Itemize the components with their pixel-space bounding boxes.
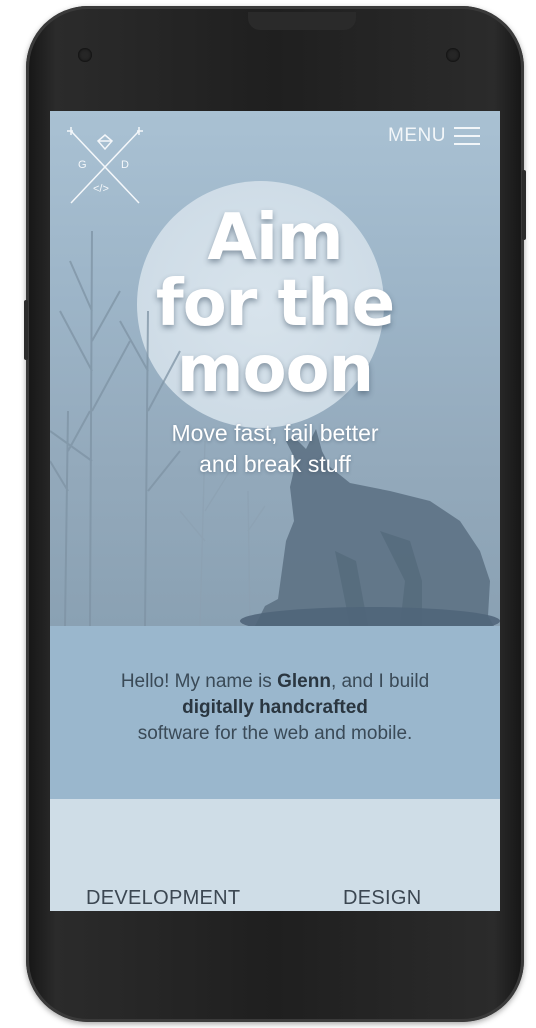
logo-letter-d: D [121,159,129,171]
intro-mid: , and I build [330,671,430,692]
hero-section: G D </> MENU Aim for the moon Move fast,… [50,111,500,626]
hero-subtitle: Move fast, fail better and break stuff [50,418,500,480]
hero-headline: Aim for the moon [50,205,500,403]
phone-speaker-slot [248,12,356,30]
volume-button [24,300,28,360]
front-sensor-icon [78,48,92,62]
services-section: DEVELOPMENT DESIGN [50,799,500,911]
front-camera-icon [446,48,460,62]
power-button [522,170,526,240]
intro-section: Hello! My name is Glenn, and I build dig… [50,626,500,799]
service-development: DEVELOPMENT [86,887,241,909]
menu-label: MENU [388,125,446,146]
intro-name: Glenn [277,671,331,692]
intro-highlight: digitally handcrafted [182,697,368,718]
service-design: DESIGN [343,887,422,909]
logo-letter-g: G [78,159,87,171]
browser-viewport: G D </> MENU Aim for the moon Move fast,… [50,111,500,911]
subtitle-line: Move fast, fail better [171,420,379,446]
logo-code-symbol: </> [93,183,109,195]
gd-logo-icon [67,127,143,204]
intro-greeting: Hello! My name is [120,671,278,692]
subtitle-line: and break stuff [199,451,351,477]
hamburger-icon [454,127,480,145]
menu-button[interactable]: MENU [388,125,480,147]
headline-line: Aim [207,201,343,275]
headline-line: for the [155,267,395,341]
headline-line: moon [176,333,374,407]
intro-post: software for the web and mobile. [137,723,413,744]
intro-text: Hello! My name is Glenn, and I build dig… [50,669,500,747]
